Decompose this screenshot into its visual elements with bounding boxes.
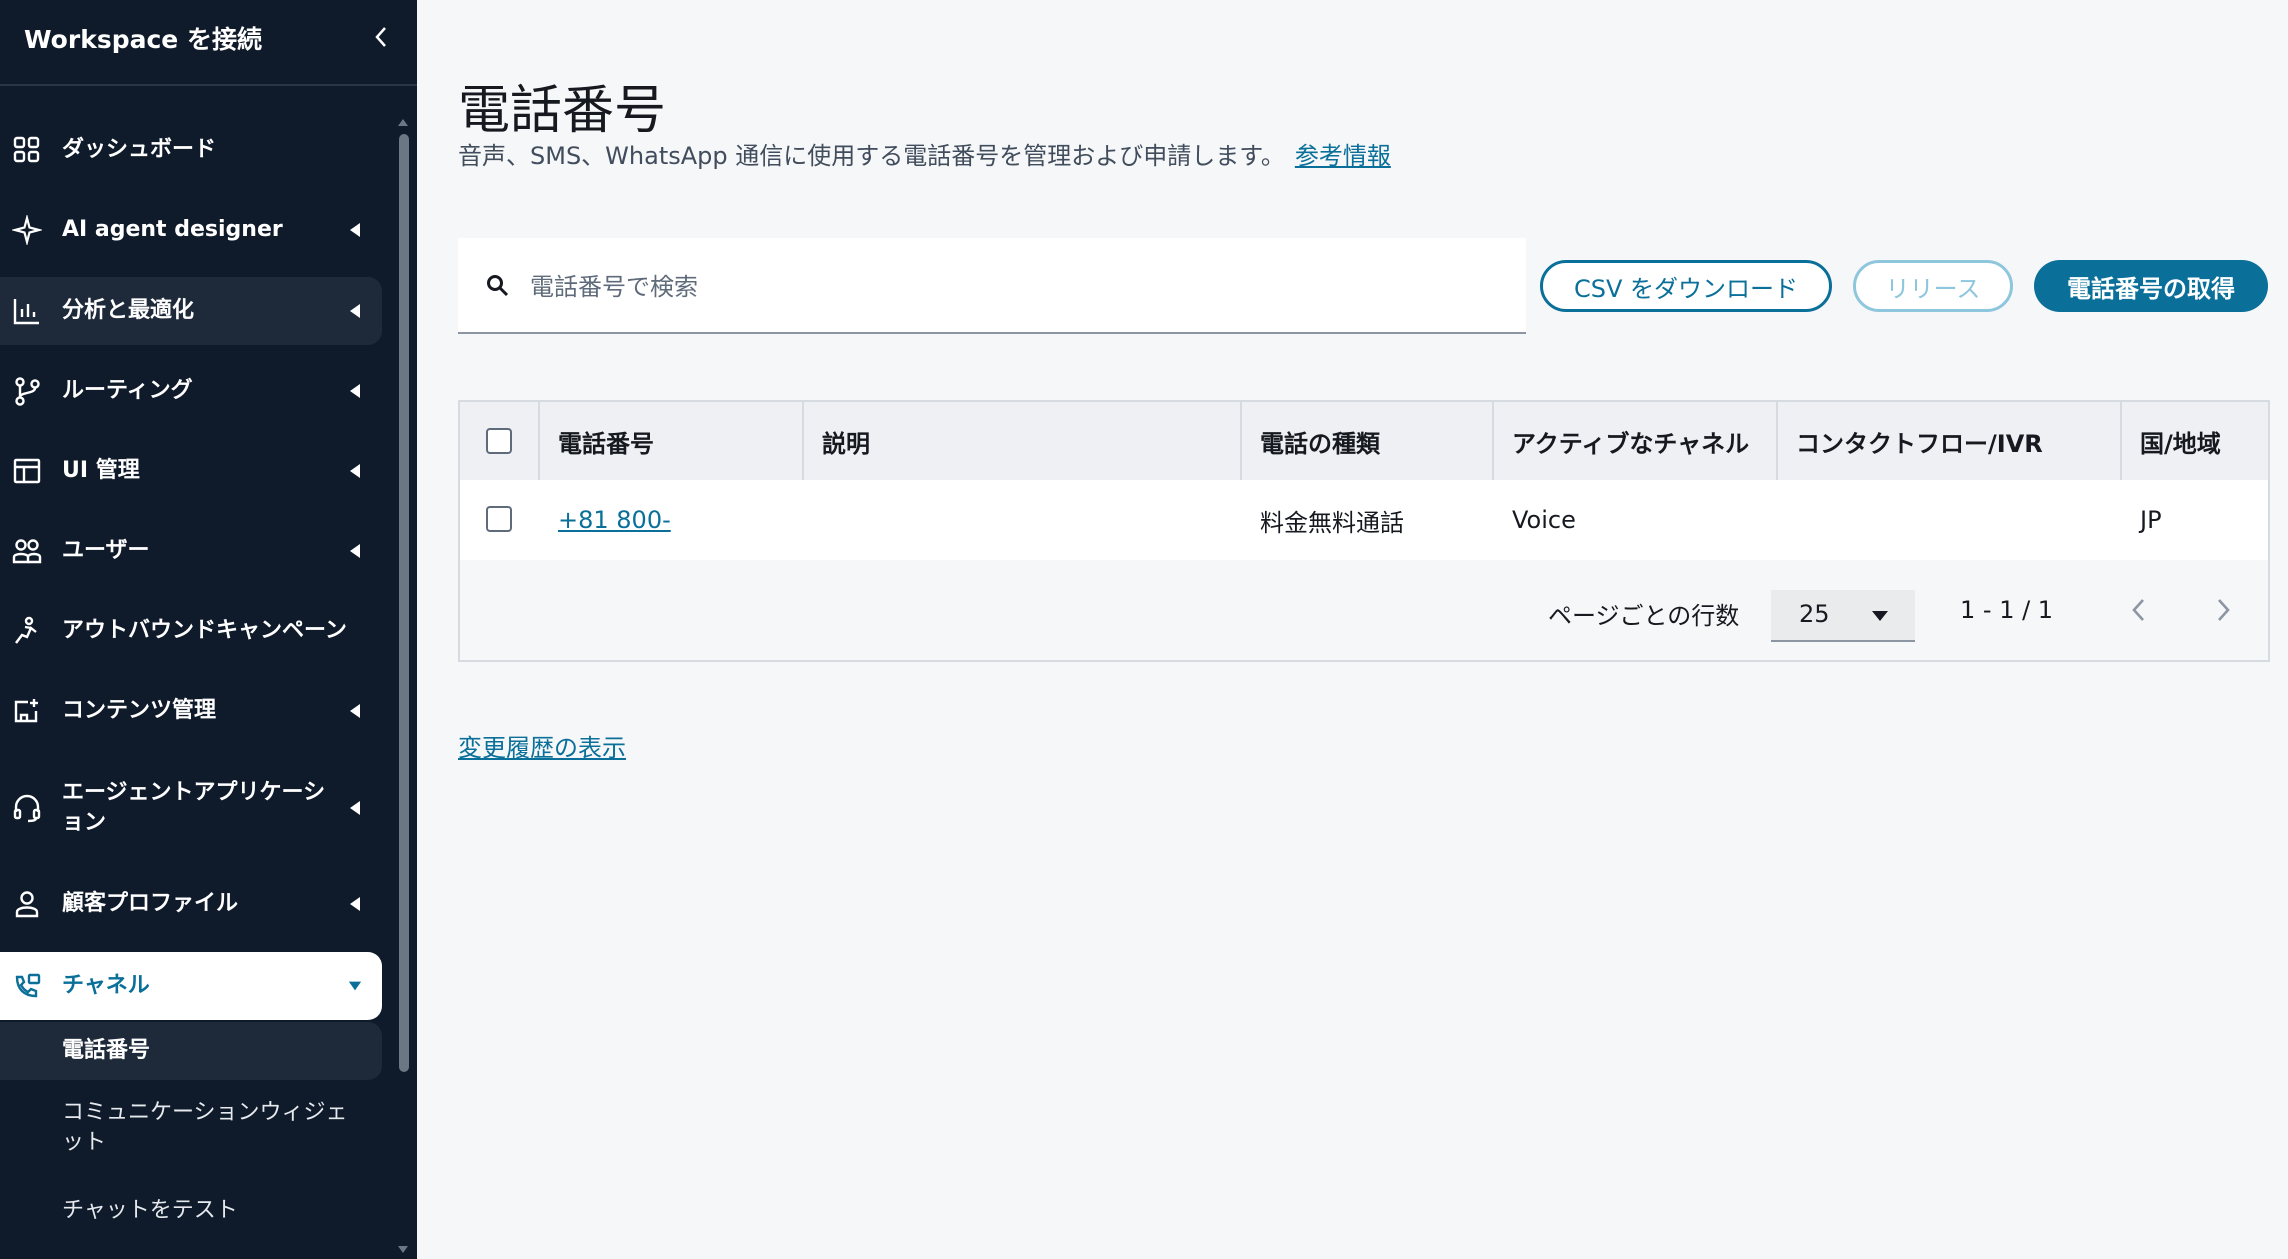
table-row: +81 800- 料金無料通話 Voice JP: [460, 480, 2268, 560]
sidebar-item-label: ユーザー: [62, 538, 150, 563]
sidebar-subitem-label: コミュニケーションウィジェット: [62, 1100, 348, 1155]
sidebar-item-analytics[interactable]: 分析と最適化: [0, 277, 382, 345]
caret-left-icon: [348, 462, 362, 480]
caret-left-icon: [348, 382, 362, 400]
sidebar-item-label: 分析と最適化: [62, 298, 195, 323]
release-button[interactable]: リリース: [1853, 260, 2013, 312]
phone-numbers-table: 電話番号 説明 電話の種類 アクティブなチャネル コンタクトフロー/IVR 国/…: [458, 400, 2270, 662]
column-header-country[interactable]: 国/地域: [2122, 402, 2268, 480]
page-description: 音声、SMS、WhatsApp 通信に使用する電話番号を管理および申請します。参…: [458, 136, 1391, 171]
caret-left-icon: [348, 895, 362, 913]
sidebar: Workspace を接続 ダッシュボード AI agent designer …: [0, 0, 417, 1259]
campaign-icon: [10, 614, 44, 648]
caret-down-icon: [348, 977, 362, 995]
chevron-left-icon: [375, 27, 386, 47]
column-header-phone-number[interactable]: 電話番号: [540, 402, 802, 480]
sidebar-item-ai-agent-designer[interactable]: AI agent designer: [0, 196, 382, 264]
sidebar-subitem-communication-widgets[interactable]: コミュニケーションウィジェット: [0, 1096, 382, 1162]
next-page-icon[interactable]: [2216, 598, 2232, 622]
column-header-phone-type[interactable]: 電話の種類: [1242, 402, 1492, 480]
users-icon: [10, 534, 44, 568]
search-input[interactable]: [528, 262, 1492, 312]
column-header-contact-flow[interactable]: コンタクトフロー/IVR: [1778, 402, 2120, 480]
sidebar-subitem-label: 電話番号: [62, 1038, 151, 1063]
column-header-description[interactable]: 説明: [804, 402, 1240, 480]
table-header: 電話番号 説明 電話の種類 アクティブなチャネル コンタクトフロー/IVR 国/…: [460, 402, 2268, 480]
info-link[interactable]: 参考情報: [1295, 142, 1391, 170]
cell-contact-flow: [1778, 480, 2120, 560]
get-phone-number-button[interactable]: 電話番号の取得: [2034, 260, 2268, 312]
sidebar-item-label: コンテンツ管理: [62, 698, 217, 723]
cell-active-channel: Voice: [1512, 506, 1576, 534]
headset-icon: [10, 791, 44, 825]
sidebar-subitem-phone-numbers[interactable]: 電話番号: [0, 1022, 382, 1080]
page-title: 電話番号: [458, 81, 667, 141]
sidebar-item-label: アウトバウンドキャンペーン: [62, 618, 347, 643]
rows-per-page-value: 25: [1799, 600, 1830, 628]
cell-phone-number: +81 800-: [540, 480, 802, 560]
sidebar-item-agent-applications[interactable]: エージェントアプリケーション: [0, 767, 382, 849]
download-csv-button[interactable]: CSV をダウンロード: [1540, 260, 1832, 312]
sidebar-item-label: ダッシュボード: [62, 137, 217, 162]
sparkle-icon: [10, 213, 44, 247]
sidebar-item-customer-profiles[interactable]: 顧客プロファイル: [0, 870, 382, 938]
rows-per-page-label: ページごとの行数: [1548, 602, 1740, 630]
sidebar-header: Workspace を接続: [0, 0, 417, 86]
sidebar-item-channels[interactable]: チャネル: [0, 952, 382, 1020]
sidebar-item-routing[interactable]: ルーティング: [0, 357, 382, 425]
select-all-checkbox[interactable]: [486, 428, 512, 454]
sidebar-subitem-label: チャットをテスト: [62, 1198, 238, 1223]
previous-page-icon[interactable]: [2130, 598, 2146, 622]
sidebar-item-dashboard[interactable]: ダッシュボード: [0, 116, 382, 184]
cell-country: JP: [2140, 506, 2162, 534]
column-header-active-channel[interactable]: アクティブなチャネル: [1494, 402, 1776, 480]
view-change-history-link[interactable]: 変更履歴の表示: [458, 728, 626, 763]
search-icon: [487, 275, 509, 297]
sidebar-item-label: ルーティング: [62, 378, 193, 403]
person-icon: [10, 887, 44, 921]
page-range: 1 - 1 / 1: [1960, 596, 2054, 624]
search-box: [458, 238, 1526, 334]
pagination: ページごとの行数 25 1 - 1 / 1: [460, 560, 2268, 660]
sidebar-item-label: エージェントアプリケーション: [62, 780, 326, 835]
routing-icon: [10, 374, 44, 408]
dropdown-arrow-icon: [1872, 611, 1888, 621]
phone-channel-icon: [10, 969, 44, 1003]
layout-icon: [10, 454, 44, 488]
sidebar-item-label: 顧客プロファイル: [62, 891, 239, 916]
sidebar-item-content-management[interactable]: コンテンツ管理: [0, 677, 382, 745]
dashboard-icon: [10, 133, 44, 167]
cell-phone-type: 料金無料通話: [1260, 508, 1404, 537]
rows-per-page-select[interactable]: 25: [1771, 590, 1915, 642]
sidebar-scrollbar-thumb[interactable]: [399, 134, 409, 1072]
caret-left-icon: [348, 702, 362, 720]
caret-left-icon: [348, 799, 362, 817]
page-description-text: 音声、SMS、WhatsApp 通信に使用する電話番号を管理および申請します。: [458, 142, 1285, 170]
sidebar-item-label: AI agent designer: [62, 217, 283, 242]
scroll-up-arrow[interactable]: [397, 112, 409, 126]
caret-left-icon: [348, 542, 362, 560]
sidebar-item-ui-management[interactable]: UI 管理: [0, 437, 382, 505]
row-checkbox[interactable]: [486, 506, 512, 532]
phone-number-link[interactable]: +81 800-: [558, 506, 671, 534]
cell-description: [804, 480, 1240, 560]
sidebar-item-users[interactable]: ユーザー: [0, 517, 382, 585]
sidebar-item-label: UI 管理: [62, 458, 140, 483]
scroll-down-arrow[interactable]: [397, 1240, 409, 1253]
sidebar-item-label: チャネル: [62, 973, 150, 998]
caret-left-icon: [348, 302, 362, 320]
collapse-sidebar-button[interactable]: [368, 22, 394, 52]
workspace-title: Workspace を接続: [24, 25, 262, 54]
content-icon: [10, 694, 44, 728]
caret-left-icon: [348, 221, 362, 239]
bar-chart-icon: [10, 294, 44, 328]
sidebar-item-outbound-campaigns[interactable]: アウトバウンドキャンペーン: [0, 597, 382, 665]
sidebar-subitem-test-chat[interactable]: チャットをテスト: [0, 1196, 382, 1236]
